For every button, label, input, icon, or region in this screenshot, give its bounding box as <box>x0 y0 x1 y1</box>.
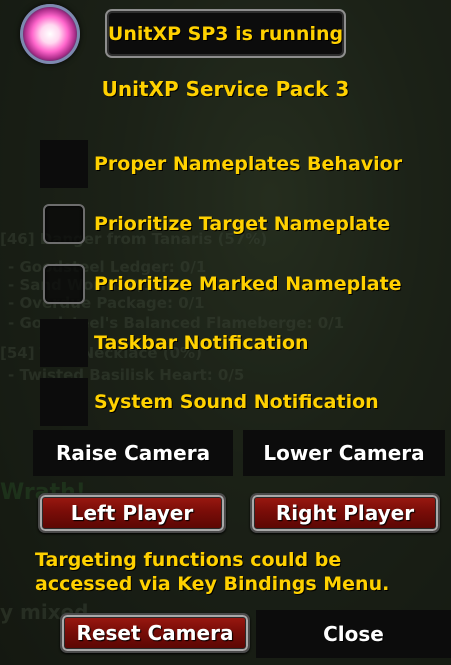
option-label: Proper Nameplates Behavior <box>94 153 403 175</box>
option-label: Prioritize Target Nameplate <box>94 213 391 235</box>
addon-orb-icon <box>20 4 80 64</box>
option-prioritize-marked[interactable]: Prioritize Marked Nameplate <box>40 260 402 308</box>
close-button[interactable]: Close <box>256 610 451 658</box>
status-text: UnitXP SP3 is running <box>107 22 344 45</box>
option-prioritize-target[interactable]: Prioritize Target Nameplate <box>40 200 390 248</box>
raise-camera-button[interactable]: Raise Camera <box>33 430 233 476</box>
info-text: Targeting functions could be accessed vi… <box>35 549 390 595</box>
option-label: Prioritize Marked Nameplate <box>94 273 402 295</box>
page-title: UnitXP Service Pack 3 <box>101 77 350 101</box>
lower-camera-button[interactable]: Lower Camera <box>243 430 445 476</box>
option-system-sound-notification[interactable]: System Sound Notification <box>40 378 379 426</box>
checkbox[interactable] <box>40 140 88 188</box>
checkbox[interactable] <box>40 319 88 367</box>
checkbox[interactable] <box>43 264 85 304</box>
right-player-button[interactable]: Right Player <box>250 493 440 533</box>
status-box: UnitXP SP3 is running <box>105 9 346 58</box>
option-label: Taskbar Notification <box>94 332 309 354</box>
checkbox[interactable] <box>43 204 85 244</box>
left-player-button[interactable]: Left Player <box>38 493 226 533</box>
option-taskbar-notification[interactable]: Taskbar Notification <box>40 319 309 367</box>
option-label: System Sound Notification <box>94 391 379 413</box>
checkbox[interactable] <box>40 378 88 426</box>
reset-camera-button[interactable]: Reset Camera <box>60 613 250 653</box>
option-proper-nameplates[interactable]: Proper Nameplates Behavior <box>40 140 402 188</box>
